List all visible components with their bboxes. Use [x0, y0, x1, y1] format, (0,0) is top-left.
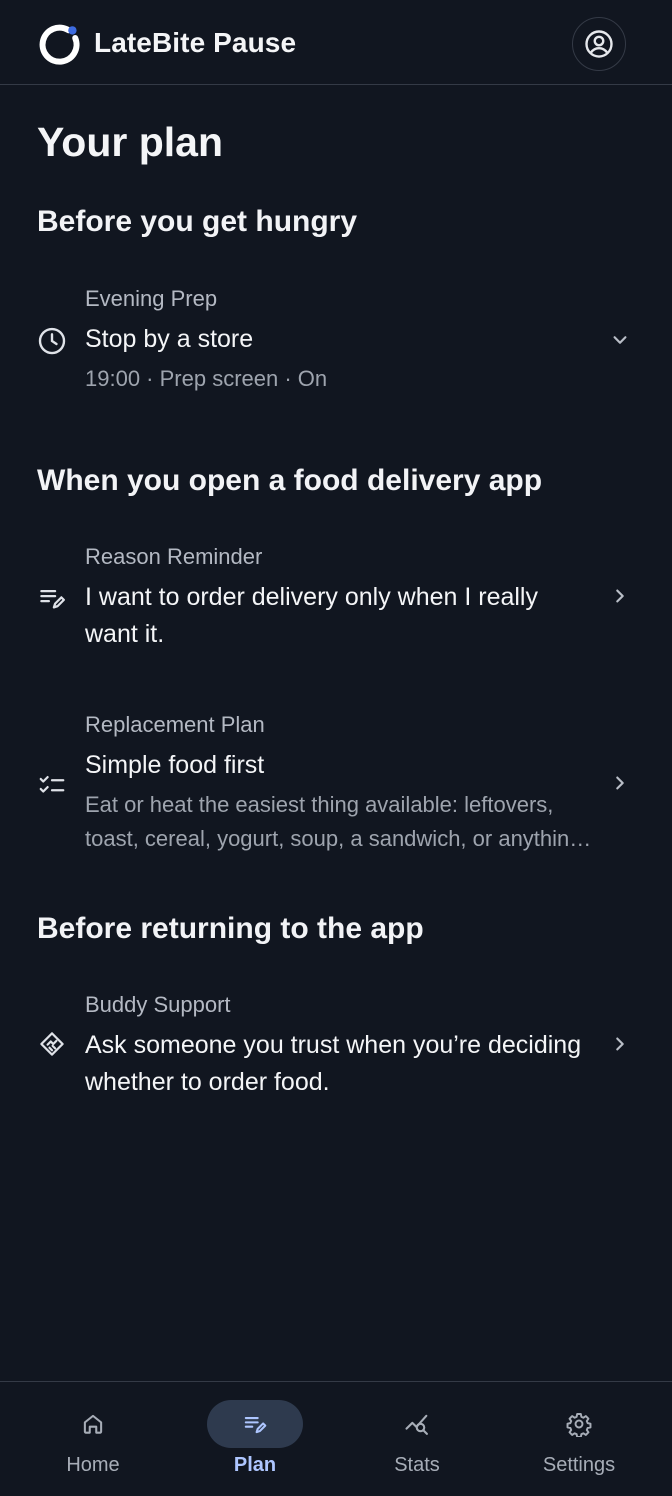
nav-indicator — [531, 1400, 627, 1448]
app-logo-icon — [37, 21, 81, 65]
chevron-right-icon[interactable] — [607, 1031, 633, 1057]
handshake-icon — [37, 1029, 67, 1059]
item-label: Replacement Plan — [85, 712, 265, 737]
nav-item-settings[interactable]: Settings — [514, 1400, 644, 1490]
chevron-right-icon[interactable] — [607, 583, 633, 609]
nav-label: Settings — [542, 1454, 616, 1476]
page-title: Your plan — [37, 119, 224, 165]
plan-item-replacement-plan[interactable]: Replacement Plan Simple food first Eat o… — [0, 708, 672, 868]
nav-item-stats[interactable]: Stats — [352, 1400, 482, 1490]
item-subtitle: Eat or heat the easiest thing available:… — [85, 792, 582, 851]
chevron-down-icon[interactable] — [607, 327, 633, 353]
nav-label: Home — [66, 1454, 120, 1476]
bottom-navigation: Home Plan Stats Settings — [0, 1381, 672, 1496]
query-stats-icon — [403, 1410, 431, 1438]
section-heading-before-hungry: Before you get hungry — [37, 205, 358, 238]
item-title: Simple food first — [85, 751, 265, 779]
app-name: LateBite Pause — [94, 27, 297, 58]
item-title: Stop by a store — [85, 325, 254, 353]
gear-icon — [566, 1411, 592, 1437]
top-app-bar: LateBite Pause — [0, 0, 672, 85]
nav-indicator-active — [207, 1400, 303, 1448]
nav-item-plan[interactable]: Plan — [190, 1400, 320, 1490]
item-label: Buddy Support — [85, 992, 231, 1017]
item-subtitle: 19:00 · Prep screen · On — [85, 366, 328, 391]
item-title: Ask someone you trust when you’re decidi… — [85, 1031, 582, 1096]
chevron-right-icon[interactable] — [607, 770, 633, 796]
nav-label: Stats — [394, 1454, 440, 1476]
section-heading-before-returning: Before returning to the app — [37, 912, 424, 945]
nav-label: Plan — [233, 1454, 277, 1476]
account-circle-icon — [584, 29, 614, 59]
clock-icon — [37, 326, 67, 356]
section-heading-open-delivery-app: When you open a food delivery app — [37, 464, 543, 497]
plan-item-evening-prep[interactable]: Evening Prep Stop by a store 19:00 · Pre… — [0, 282, 672, 402]
checklist-icon — [37, 769, 67, 799]
item-label: Reason Reminder — [85, 544, 263, 569]
nav-indicator — [369, 1400, 465, 1448]
item-title: I want to order delivery only when I rea… — [85, 583, 538, 648]
account-button[interactable] — [572, 17, 626, 71]
home-icon — [80, 1411, 106, 1437]
nav-indicator — [45, 1400, 141, 1448]
plan-item-buddy-support[interactable]: Buddy Support Ask someone you trust when… — [0, 988, 672, 1108]
edit-note-icon — [242, 1411, 268, 1437]
item-label: Evening Prep — [85, 286, 218, 311]
nav-item-home[interactable]: Home — [28, 1400, 158, 1490]
edit-note-icon — [37, 583, 67, 613]
plan-item-reason-reminder[interactable]: Reason Reminder I want to order delivery… — [0, 540, 672, 660]
brand: LateBite Pause — [37, 21, 296, 65]
